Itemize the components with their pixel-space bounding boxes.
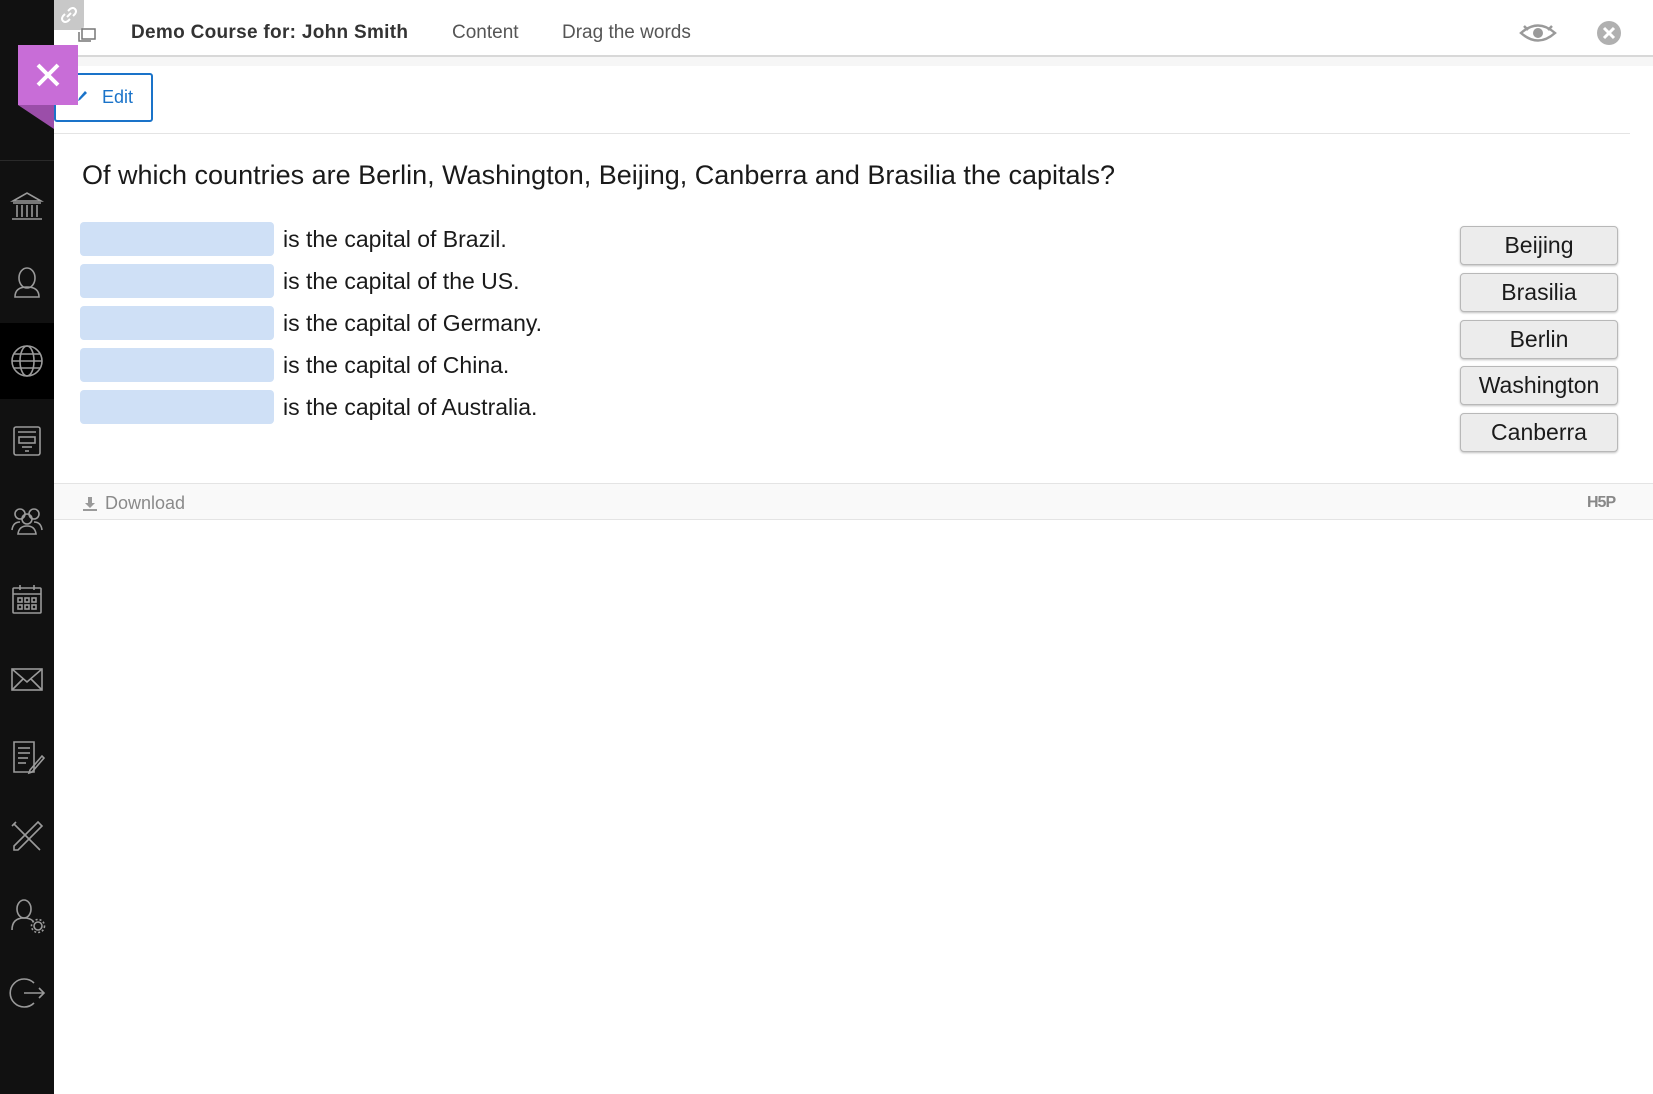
sentence-text: is the capital of Germany.	[283, 309, 543, 336]
sentence-row: is the capital of China.	[80, 347, 509, 383]
institution-icon	[9, 192, 45, 220]
close-content-button[interactable]	[1594, 15, 1624, 51]
sidebar-item-grades[interactable]	[0, 719, 54, 795]
profile-icon	[14, 267, 40, 298]
eye-icon	[1519, 24, 1557, 42]
content-icon	[13, 426, 41, 456]
sidebar-item-groups[interactable]	[0, 481, 54, 557]
left-sidebar	[0, 0, 54, 1094]
drop-zone[interactable]	[80, 348, 274, 382]
sidebar-item-messages[interactable]	[0, 641, 54, 717]
h5p-footer: Download H5P	[54, 483, 1653, 520]
close-panel-button[interactable]	[18, 45, 78, 105]
download-button[interactable]: Download	[82, 493, 185, 514]
tools-icon	[11, 820, 44, 851]
drop-zone[interactable]	[80, 306, 274, 340]
draggable-word-berlin[interactable]: Berlin	[1460, 320, 1618, 359]
draggable-word-beijing[interactable]: Beijing	[1460, 226, 1618, 265]
preview-toggle-button[interactable]	[1518, 15, 1558, 51]
sidebar-item-profile[interactable]	[0, 244, 54, 320]
sentence-text: is the capital of the US.	[283, 267, 520, 294]
sidebar-item-tools[interactable]	[0, 799, 54, 875]
header-strip	[54, 57, 1653, 66]
globe-icon	[11, 345, 43, 377]
draggable-word-brasilia[interactable]: Brasilia	[1460, 273, 1618, 312]
drop-zone[interactable]	[80, 390, 274, 424]
breadcrumb-activity[interactable]: Drag the words	[562, 22, 691, 44]
sidebar-item-globe[interactable]	[0, 323, 54, 399]
sentence-row: is the capital of Brazil.	[80, 221, 507, 257]
sidebar-item-institution[interactable]	[0, 168, 54, 244]
draggable-word-washington[interactable]: Washington	[1460, 366, 1618, 405]
link-icon	[61, 7, 77, 23]
messages-icon	[11, 668, 43, 691]
sentence-text: is the capital of China.	[283, 351, 510, 378]
sidebar-item-admin[interactable]	[0, 877, 54, 953]
close-icon	[36, 63, 60, 87]
admin-icon	[11, 899, 46, 934]
window-icon[interactable]	[78, 28, 96, 42]
download-label: Download	[105, 493, 186, 513]
draggable-word-canberra[interactable]: Canberra	[1460, 413, 1618, 452]
course-title[interactable]: Demo Course for: John Smith	[131, 22, 408, 44]
sentence-text: is the capital of Brazil.	[283, 225, 507, 252]
sentence-row: is the capital of the US.	[80, 263, 520, 299]
sidebar-item-content[interactable]	[0, 403, 54, 479]
sidebar-item-sign-out[interactable]	[0, 955, 54, 1031]
sidebar-item-calendar[interactable]	[0, 561, 54, 637]
sentence-row: is the capital of Germany.	[80, 305, 542, 341]
close-tab-fold	[18, 105, 54, 129]
close-circle-icon	[1597, 21, 1621, 45]
content-divider	[54, 133, 1630, 134]
groups-icon	[11, 508, 43, 535]
sentence-row: is the capital of Australia.	[80, 389, 537, 425]
h5p-logo: H5P	[1587, 494, 1616, 511]
drop-zone[interactable]	[80, 264, 274, 298]
sidebar-divider	[0, 160, 54, 161]
calendar-icon	[12, 585, 42, 614]
sign-out-icon	[9, 978, 46, 1008]
download-icon	[83, 496, 97, 511]
question-text: Of which countries are Berlin, Washingto…	[82, 160, 1116, 190]
breadcrumb-content[interactable]: Content	[452, 22, 519, 44]
drop-zone[interactable]	[80, 222, 274, 256]
grades-icon	[13, 741, 46, 775]
sentence-text: is the capital of Australia.	[283, 393, 538, 420]
link-button[interactable]	[54, 0, 84, 30]
